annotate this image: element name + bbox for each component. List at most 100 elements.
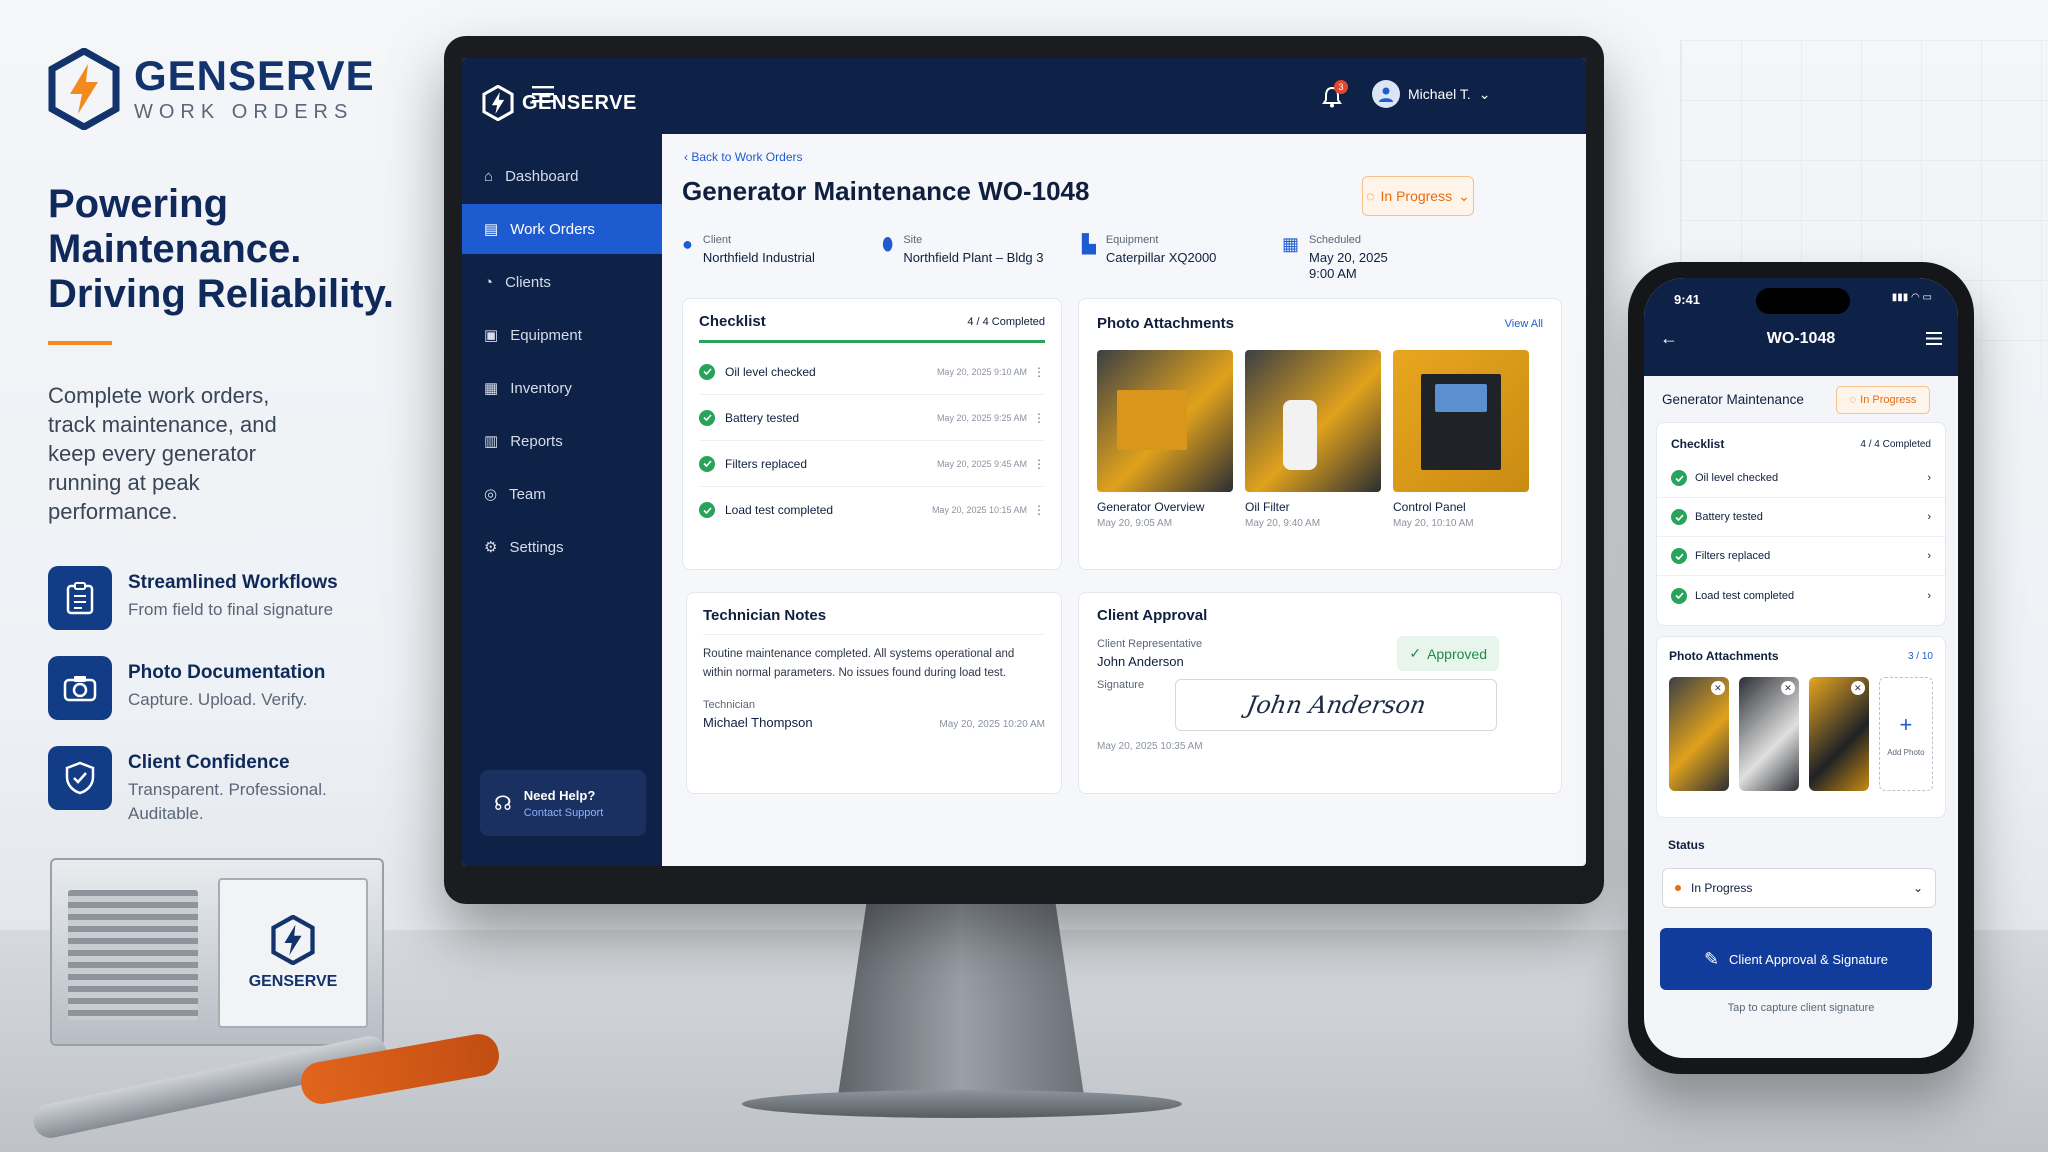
status-value: In Progress	[1860, 394, 1917, 406]
back-label: Back to Work Orders	[691, 150, 803, 164]
notifications-button[interactable]: 3	[1322, 80, 1348, 113]
meta-value: 9:00 AM	[1309, 266, 1357, 281]
meta-value: Northfield Plant – Bldg 3	[903, 250, 1044, 265]
checklist-label: Battery tested	[725, 410, 800, 425]
check-circle-icon	[699, 363, 715, 380]
back-link[interactable]: ‹ Back to Work Orders	[684, 150, 802, 164]
status-icons: ▮▮▮ ◠ ▭	[1891, 292, 1932, 303]
feature-confidence: Client Confidence Transparent. Professio…	[48, 746, 408, 826]
list-item[interactable]: Battery tested May 20, 2025 9:25 AM ⋮	[699, 395, 1045, 441]
list-item[interactable]: Oil level checked May 20, 2025 9:10 AM ⋮	[699, 349, 1045, 395]
sidebar-logo[interactable]: GENSERVE	[462, 58, 662, 148]
list-item[interactable]: Load test completed ›	[1657, 576, 1945, 615]
contact-support-link[interactable]: Contact Support	[524, 807, 604, 819]
help-card[interactable]: ☊ Need Help? Contact Support	[480, 770, 646, 836]
cta-hint: Tap to capture client signature	[1727, 1002, 1875, 1014]
photo-date: May 20, 9:40 AM	[1245, 518, 1321, 529]
status-dropdown[interactable]: ◌ In Progress ⌄	[1362, 176, 1474, 216]
approved-label: Approved	[1427, 645, 1487, 662]
sidebar-item-settings[interactable]: ⚙ Settings	[462, 522, 662, 572]
notes-body: Routine maintenance completed. All syste…	[703, 648, 1015, 679]
close-icon[interactable]: ✕	[1850, 681, 1865, 695]
sidebar-item-equipment[interactable]: ▣ Equipment	[462, 310, 662, 360]
chevron-down-icon: ⌄	[1458, 187, 1470, 204]
more-icon[interactable]: ⋮	[1033, 457, 1045, 471]
sidebar-item-work-orders[interactable]: ▤ Work Orders	[462, 204, 662, 254]
more-icon[interactable]: ⋮	[1033, 411, 1045, 425]
sidebar-item-label: Work Orders	[510, 220, 595, 238]
photo-date: May 20, 9:05 AM	[1097, 518, 1173, 529]
photo-thumbnail[interactable]: Generator Overview May 20, 9:05 AM	[1097, 350, 1233, 529]
meta-label: Equipment	[1105, 234, 1159, 246]
list-item[interactable]: Load test completed May 20, 2025 10:15 AM…	[699, 487, 1045, 533]
sidebar-item-clients[interactable]: ◔ Clients	[462, 257, 662, 307]
check-circle-icon	[699, 455, 715, 472]
close-icon[interactable]: ✕	[1710, 681, 1725, 695]
signature-box[interactable]: John Anderson	[1175, 679, 1497, 731]
more-icon[interactable]: ⋮	[1033, 503, 1045, 517]
checklist-label: Battery tested	[1695, 511, 1763, 523]
menu-icon[interactable]	[1926, 332, 1942, 345]
sidebar-item-reports[interactable]: ▥ Reports	[462, 416, 662, 466]
meta-label: Scheduled	[1309, 234, 1362, 246]
check-circle-icon	[1671, 509, 1687, 525]
sidebar-item-team[interactable]: ◎ Team	[462, 469, 662, 519]
mobile-app: 9:41 ▮▮▮ ◠ ▭ ← WO-1048 Generator Mainten…	[1644, 278, 1958, 1058]
status-select[interactable]: In Progress ⌄	[1662, 868, 1936, 908]
progress-bar	[699, 340, 1045, 343]
photo-thumbnail[interactable]: Control Panel May 20, 10:10 AM	[1393, 350, 1529, 529]
check-circle-icon	[1671, 470, 1687, 486]
avatar	[1372, 80, 1400, 108]
view-all-link[interactable]: View All	[1505, 318, 1543, 330]
checklist-date: May 20, 2025 9:45 AM	[936, 458, 1027, 469]
shield-check-icon	[48, 746, 112, 810]
technician-label: Technician	[703, 699, 755, 711]
accent-rule	[48, 341, 112, 345]
photo-thumbnail[interactable]: ✕	[1669, 677, 1729, 791]
team-icon: ◎	[484, 486, 498, 503]
photo-thumbnail[interactable]: Oil Filter May 20, 9:40 AM	[1245, 350, 1381, 529]
user-icon: ●	[682, 234, 693, 254]
technician-name: Michael Thompson	[703, 715, 813, 730]
cta-label: Client Approval & Signature	[1729, 951, 1889, 967]
feature-title: Client Confidence	[128, 752, 290, 773]
sidebar-item-label: Inventory	[510, 379, 572, 397]
pen-icon: ✎	[1703, 948, 1720, 969]
sidebar: GENSERVE ⌂ Dashboard ▤ Work Orders ◔ Client…	[462, 58, 662, 866]
equipment-icon: ▙	[1082, 234, 1096, 254]
mobile-status-pill[interactable]: ◌ In Progress	[1836, 386, 1930, 414]
page-title: Generator Maintenance WO-1048	[682, 176, 1090, 206]
more-icon[interactable]: ⋮	[1033, 365, 1045, 379]
clock-icon: ◌	[1849, 394, 1857, 406]
photo-attachments-card: Photo Attachments View All Generator Ove…	[1078, 298, 1562, 570]
check-circle-icon	[699, 409, 715, 426]
sidebar-item-label: Equipment	[510, 326, 582, 344]
sidebar-item-label: Reports	[510, 432, 563, 450]
feature-subtitle: From field to final signature	[128, 600, 334, 619]
menu-icon[interactable]	[532, 85, 554, 103]
list-item[interactable]: Battery tested ›	[1657, 498, 1945, 537]
check-circle-icon: ✓	[1409, 645, 1422, 661]
photos-count: 3 / 10	[1907, 650, 1933, 662]
add-photo-button[interactable]: + Add Photo	[1878, 677, 1934, 791]
chevron-right-icon: ›	[1927, 472, 1931, 484]
list-item[interactable]: Filters replaced May 20, 2025 9:45 AM ⋮	[699, 441, 1045, 487]
photo-label: Generator Overview	[1097, 500, 1205, 514]
user-menu[interactable]: Michael T. ⌄	[1372, 80, 1491, 108]
approved-badge: ✓ Approved	[1397, 636, 1499, 671]
list-item[interactable]: Oil level checked ›	[1657, 459, 1945, 498]
client-approval-button[interactable]: ✎ Client Approval & Signature	[1660, 928, 1932, 990]
photo-thumbnail[interactable]: ✕	[1808, 677, 1869, 791]
list-item[interactable]: Filters replaced ›	[1657, 537, 1945, 576]
sidebar-item-dashboard[interactable]: ⌂ Dashboard	[462, 151, 662, 201]
photo-label: Control Panel	[1393, 500, 1466, 514]
close-icon[interactable]: ✕	[1780, 681, 1795, 695]
photos-title: Photo Attachments	[1669, 649, 1779, 663]
photo-thumbnail[interactable]: ✕	[1738, 677, 1799, 791]
lightning-hex-icon	[48, 48, 120, 130]
monitor-stand	[838, 896, 1084, 1096]
add-photo-label: Add Photo	[1887, 747, 1925, 757]
oil-filter-photo	[1245, 350, 1381, 492]
sidebar-item-inventory[interactable]: ▦ Inventory	[462, 363, 662, 413]
representative-name: John Anderson	[1097, 654, 1184, 669]
